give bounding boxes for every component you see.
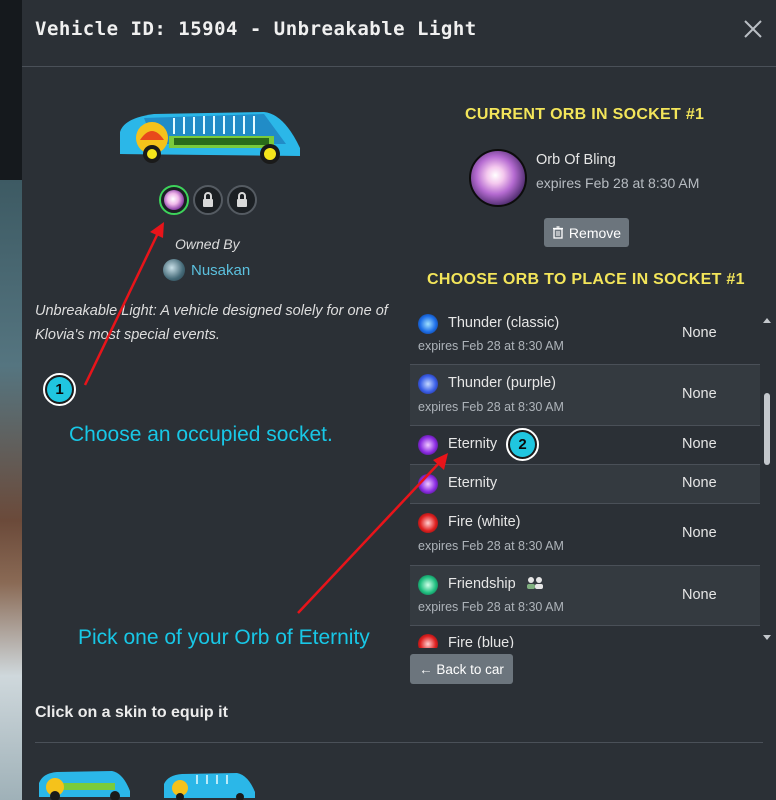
orb-name: Eternity [448, 475, 498, 491]
thunder-orb-icon [418, 374, 438, 394]
modal-title: Vehicle ID: 15904 - Unbreakable Light [35, 18, 477, 40]
orb-expiry: expires Feb 28 at 8:30 AM [418, 600, 564, 614]
fire-orb-icon [418, 634, 438, 648]
friends-icon [527, 577, 543, 589]
orb-expiry: expires Feb 28 at 8:30 AM [418, 400, 564, 414]
owner: Nusakan [163, 259, 250, 281]
current-orb-heading: CURRENT ORB IN SOCKET #1 [465, 106, 705, 123]
orb-name: Fire (blue) [448, 635, 515, 648]
socket-1-occupied[interactable] [159, 185, 189, 215]
socket-3-locked[interactable] [227, 185, 257, 215]
modal-header: Vehicle ID: 15904 - Unbreakable Light [22, 0, 776, 67]
step-2-number: 2 [510, 432, 535, 457]
step-1-badge: 1 [43, 373, 76, 406]
vehicle-description: Unbreakable Light: A vehicle designed so… [35, 303, 388, 343]
orb-expiry: expires Feb 28 at 8:30 AM [418, 339, 564, 353]
remove-button[interactable]: Remove [544, 218, 629, 247]
orb-value: None [682, 475, 717, 491]
orb-name: Thunder (classic) [448, 315, 560, 331]
current-orb-expiry: expires Feb 28 at 8:30 AM [536, 175, 700, 191]
step-2-badge: 2 [506, 428, 539, 461]
current-orb-name: Orb Of Bling [536, 152, 616, 168]
orb-list-scrollbar[interactable] [760, 313, 774, 645]
scroll-thumb[interactable] [764, 393, 770, 465]
orb-of-bling-icon [164, 190, 184, 210]
eternity-orb-icon [418, 474, 438, 494]
friendship-orb-icon [418, 575, 438, 595]
scroll-up-icon[interactable] [763, 317, 771, 323]
current-orb-icon [469, 149, 527, 207]
socket-row [159, 185, 257, 215]
skin-thumbnail[interactable] [37, 767, 132, 800]
orb-value: None [682, 587, 717, 603]
divider [35, 742, 763, 743]
avatar [163, 259, 185, 281]
choose-orb-heading: CHOOSE ORB TO PLACE IN SOCKET #1 [427, 271, 745, 288]
orb-row[interactable]: Thunder (classic) expires Feb 28 at 8:30… [410, 308, 760, 365]
step-1-number: 1 [47, 377, 72, 402]
step-1-text: Choose an occupied socket. [69, 423, 333, 446]
socket-2-locked[interactable] [193, 185, 223, 215]
eternity-orb-icon [418, 435, 438, 455]
background-scene [0, 0, 22, 800]
back-to-car-button[interactable]: ← Back to car [410, 654, 513, 684]
skin-thumbnail[interactable] [162, 770, 257, 800]
remove-button-label: Remove [568, 224, 622, 241]
orb-row[interactable]: Thunder (purple) expires Feb 28 at 8:30 … [410, 365, 760, 426]
owner-link[interactable]: Nusakan [191, 262, 250, 279]
lock-icon [237, 192, 247, 207]
background-snow-scene [0, 180, 22, 800]
orb-name: Eternity [448, 436, 498, 452]
orb-row[interactable]: Fire (white) expires Feb 28 at 8:30 AM N… [410, 504, 760, 566]
close-icon[interactable] [740, 16, 766, 42]
orb-row[interactable]: Eternity None [410, 426, 760, 465]
orb-expiry: expires Feb 28 at 8:30 AM [418, 539, 564, 553]
vehicle-modal: Vehicle ID: 15904 - Unbreakable Light Ow… [22, 0, 776, 800]
scroll-down-icon[interactable] [763, 635, 771, 641]
thunder-orb-icon [418, 314, 438, 334]
vehicle-image [120, 112, 300, 164]
fire-orb-icon [418, 513, 438, 533]
orb-value: None [682, 386, 717, 402]
orb-row[interactable]: Eternity None [410, 465, 760, 504]
orb-row[interactable]: Friendship expires Feb 28 at 8:30 AM Non… [410, 566, 760, 626]
orb-name: Fire (white) [448, 514, 521, 530]
owned-by-label: Owned By [175, 236, 240, 252]
trash-icon [552, 226, 563, 239]
orb-row[interactable]: Fire (blue) [410, 626, 760, 648]
lock-icon [203, 192, 213, 207]
orb-value: None [682, 436, 717, 452]
orb-list: Thunder (classic) expires Feb 28 at 8:30… [410, 308, 760, 648]
step-2-text: Pick one of your Orb of Eternity [78, 626, 370, 649]
orb-name: Friendship [448, 576, 516, 592]
orb-name: Thunder (purple) [448, 375, 556, 391]
orb-value: None [682, 325, 717, 341]
orb-value: None [682, 525, 717, 541]
skins-heading: Click on a skin to equip it [35, 704, 228, 721]
